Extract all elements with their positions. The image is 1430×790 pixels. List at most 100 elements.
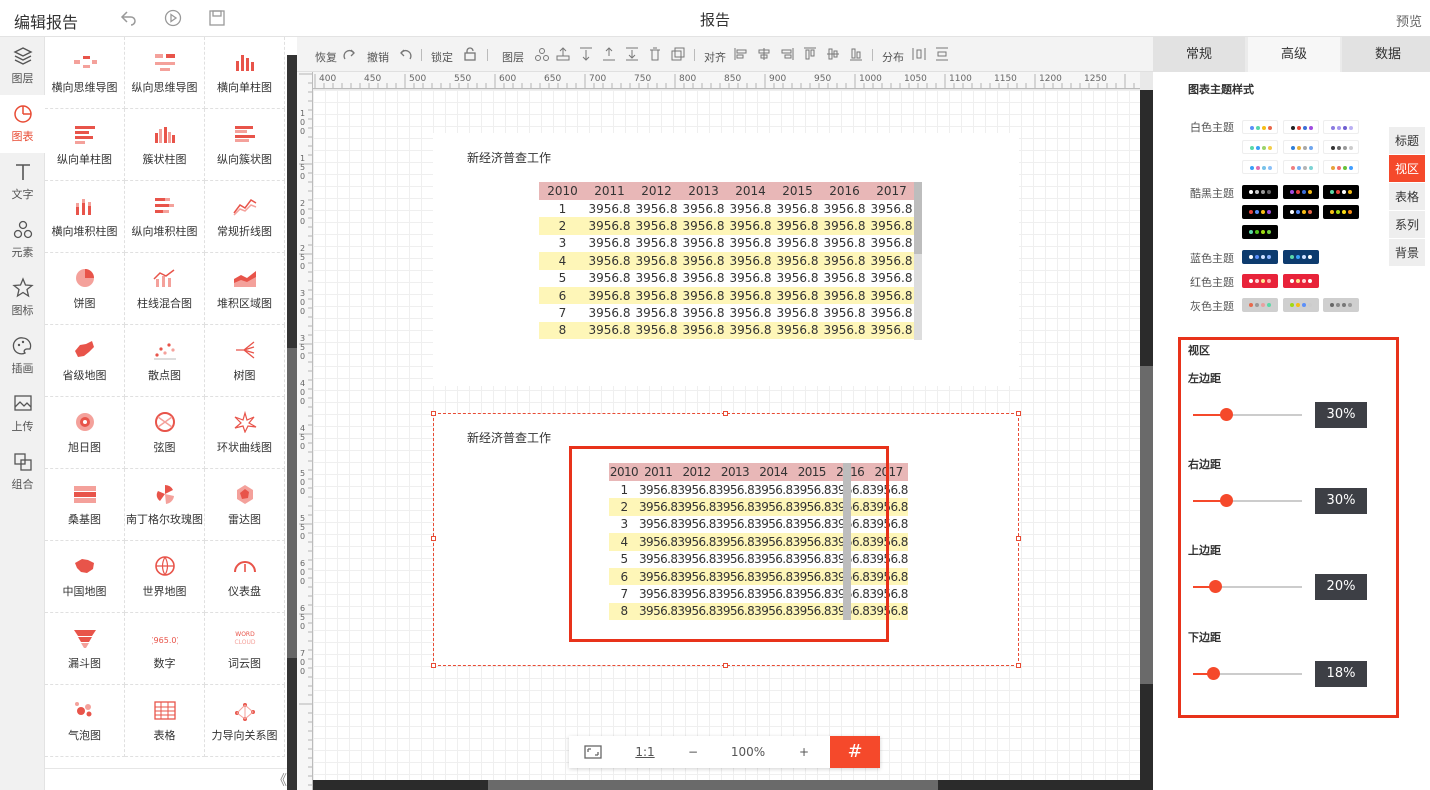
collapse-icon[interactable]: 《 (273, 770, 287, 790)
undo-label[interactable]: 撤销 (367, 49, 389, 65)
palette-item[interactable]: 力导向关系图 (205, 685, 285, 757)
nav-shapes[interactable]: 元素 (0, 211, 45, 269)
margin-value-input[interactable]: 18% (1315, 661, 1367, 687)
bring-up-icon[interactable] (556, 47, 570, 61)
side-tab-2[interactable]: 表格 (1389, 183, 1425, 211)
align-right-icon[interactable] (780, 47, 794, 61)
align-left-icon[interactable] (734, 47, 748, 61)
palette-item[interactable]: 世界地图 (125, 541, 205, 613)
align-top-icon[interactable] (803, 47, 817, 61)
palette-item[interactable]: 桑基图 (45, 469, 125, 541)
grid-toggle-button[interactable]: # (830, 736, 880, 768)
palette-item[interactable]: 树图 (205, 325, 285, 397)
redo-label[interactable]: 恢复 (315, 49, 337, 65)
gray-theme-swatch[interactable] (1323, 298, 1359, 312)
resize-handle[interactable] (431, 411, 436, 416)
palette-item[interactable]: 簇状柱图 (125, 109, 205, 181)
canvas-horizontal-scrollbar[interactable] (313, 780, 1140, 790)
gray-theme-swatch[interactable] (1283, 298, 1319, 312)
margin-value-input[interactable]: 20% (1315, 574, 1367, 600)
side-tab-0[interactable]: 标题 (1389, 127, 1425, 155)
redo-icon[interactable] (343, 48, 357, 62)
margin-slider-knob[interactable] (1209, 580, 1222, 593)
palette-item[interactable]: 漏斗图 (45, 613, 125, 685)
fit-screen-icon[interactable] (569, 736, 617, 768)
palette-item[interactable]: 横向单柱图 (205, 37, 285, 109)
palette-item[interactable]: 气泡图 (45, 685, 125, 757)
palette-item[interactable]: 弦图 (125, 397, 205, 469)
nav-chart-pie[interactable]: 图表 (0, 95, 45, 153)
panel-tab-0[interactable]: 常规 (1153, 37, 1245, 72)
data-table[interactable]: 2010 2011 2012 2013 2014 2015 2016 2017 1 3956.8 3… (539, 182, 915, 340)
dark-theme-swatch[interactable] (1242, 185, 1278, 199)
white-theme-swatch[interactable] (1242, 120, 1278, 134)
margin-slider-knob[interactable] (1220, 408, 1233, 421)
preview-button[interactable]: 预览 (1396, 11, 1422, 30)
panel-tab-2[interactable]: 数据 (1342, 37, 1430, 72)
dark-theme-swatch[interactable] (1323, 185, 1359, 199)
layer-label[interactable]: 图层 (502, 49, 524, 65)
layer-group-icon[interactable] (535, 47, 549, 61)
nav-star[interactable]: 图标 (0, 269, 45, 327)
margin-slider-knob[interactable] (1220, 494, 1233, 507)
resize-handle[interactable] (723, 663, 728, 668)
lock-label[interactable]: 锁定 (431, 49, 453, 65)
nav-layers[interactable]: 图层 (0, 37, 45, 95)
palette-item[interactable]: 常规折线图 (205, 181, 285, 253)
red-theme-swatch[interactable] (1242, 274, 1278, 288)
undo-small-icon[interactable] (398, 48, 412, 62)
panel-tab-1[interactable]: 高级 (1248, 37, 1340, 72)
margin-slider-knob[interactable] (1207, 667, 1220, 680)
canvas-hscroll-thumb[interactable] (488, 780, 938, 790)
palette-item[interactable]: 横向思维导图 (45, 37, 125, 109)
palette-scroll-thumb[interactable] (287, 348, 297, 658)
side-tab-1[interactable]: 视区 (1389, 155, 1425, 183)
nav-image-upload[interactable]: 上传 (0, 385, 45, 443)
undo-icon[interactable] (119, 9, 137, 27)
align-center-icon[interactable] (757, 47, 771, 61)
white-theme-swatch[interactable] (1323, 160, 1359, 174)
distribute-label[interactable]: 分布 (882, 49, 904, 65)
palette-item[interactable]: 散点图 (125, 325, 205, 397)
resize-handle[interactable] (431, 536, 436, 541)
white-theme-swatch[interactable] (1283, 120, 1319, 134)
white-theme-swatch[interactable] (1323, 140, 1359, 154)
margin-value-input[interactable]: 30% (1315, 402, 1367, 428)
canvas-vertical-scrollbar[interactable] (1140, 90, 1153, 790)
palette-item[interactable]: 柱线混合图 (125, 253, 205, 325)
palette-item[interactable]: 纵向单柱图 (45, 109, 125, 181)
palette-item[interactable]: 中国地图 (45, 541, 125, 613)
distribute-vertical-icon[interactable] (935, 47, 949, 61)
palette-item[interactable]: 旭日图 (45, 397, 125, 469)
white-theme-swatch[interactable] (1283, 160, 1319, 174)
resize-handle[interactable] (1016, 536, 1021, 541)
palette-item[interactable]: 纵向思维导图 (125, 37, 205, 109)
palette-item[interactable]: 省级地图 (45, 325, 125, 397)
save-icon[interactable] (208, 9, 226, 27)
resize-handle[interactable] (723, 411, 728, 416)
white-theme-swatch[interactable] (1242, 160, 1278, 174)
blue-theme-swatch[interactable] (1242, 250, 1278, 264)
canvas-scroll-thumb[interactable] (1140, 366, 1153, 684)
table-scroll-thumb[interactable] (914, 182, 922, 254)
palette-item[interactable]: 纵向簇状图 (205, 109, 285, 181)
dark-theme-swatch[interactable] (1283, 205, 1319, 219)
lock-icon[interactable] (463, 47, 477, 61)
palette-item[interactable]: 雷达图 (205, 469, 285, 541)
white-theme-swatch[interactable] (1283, 140, 1319, 154)
nav-palette[interactable]: 插画 (0, 327, 45, 385)
dark-theme-swatch[interactable] (1242, 225, 1278, 239)
palette-item[interactable]: 饼图 (45, 253, 125, 325)
align-middle-icon[interactable] (826, 47, 840, 61)
palette-item[interactable]: WORD CLOUD 词云图 (205, 613, 285, 685)
zoom-out-button[interactable]: − (669, 736, 717, 768)
distribute-horizontal-icon[interactable] (912, 47, 926, 61)
dark-theme-swatch[interactable] (1283, 185, 1319, 199)
dark-theme-swatch[interactable] (1323, 205, 1359, 219)
align-bottom-icon[interactable] (849, 47, 863, 61)
actual-size-button[interactable]: 1:1 (621, 736, 669, 768)
palette-scrollbar[interactable] (287, 55, 297, 790)
delete-icon[interactable] (648, 47, 662, 61)
palette-item[interactable]: 南丁格尔玫瑰图 (125, 469, 205, 541)
dark-theme-swatch[interactable] (1242, 205, 1278, 219)
